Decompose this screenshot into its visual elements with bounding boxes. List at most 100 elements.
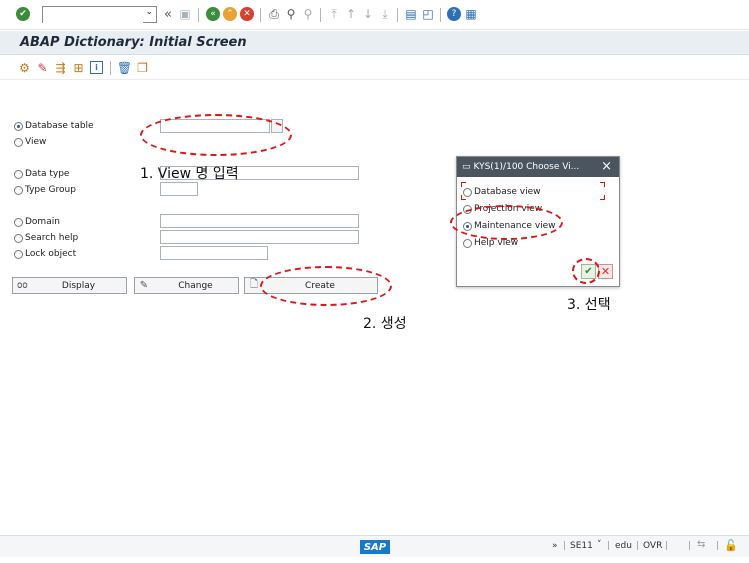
option-label: Database view: [474, 187, 541, 197]
radio-button[interactable]: [14, 249, 23, 259]
page-title: ABAP Dictionary: Initial Screen: [20, 35, 247, 50]
search-help-input[interactable]: [160, 230, 359, 244]
display-button-label: Display: [61, 280, 96, 291]
command-input[interactable]: [43, 12, 143, 26]
toolbar-separator: [397, 8, 398, 22]
info-icon[interactable]: i: [90, 61, 103, 74]
new-session-icon[interactable]: ▤: [404, 7, 418, 21]
annotation-oval-create: [260, 266, 392, 306]
chevron-down-icon[interactable]: ˅: [597, 540, 602, 550]
title-bar: ABAP Dictionary: Initial Screen: [0, 31, 749, 55]
command-field[interactable]: ⌄: [42, 6, 157, 26]
domain-input[interactable]: [160, 214, 359, 228]
annotation-oval-view-input: [140, 114, 292, 156]
last-page-icon[interactable]: ⤓: [378, 7, 392, 21]
radio-type-group[interactable]: Type Group: [14, 184, 76, 196]
radio-button[interactable]: [463, 238, 472, 248]
radio-data-type[interactable]: Data type: [14, 168, 69, 180]
view-label: View: [25, 137, 47, 147]
previous-page-icon[interactable]: ↑: [344, 7, 358, 21]
display-button[interactable]: ൦൦ Display: [12, 277, 127, 294]
status-separator: |: [636, 541, 640, 551]
cancel-x-icon[interactable]: ✕: [598, 264, 613, 279]
annotation-oval-confirm: [572, 258, 600, 284]
exit-icon[interactable]: ⌃: [223, 7, 237, 21]
shortcut-icon[interactable]: ◰: [421, 7, 435, 21]
lock-object-label: Lock object: [25, 249, 77, 259]
copy-icon[interactable]: ❐: [136, 61, 149, 75]
option-database-view[interactable]: Database view: [463, 186, 541, 198]
next-page-icon[interactable]: ↓: [361, 7, 375, 21]
annotation-oval-maintenance: [450, 205, 563, 240]
status-separator: |: [688, 541, 692, 551]
dialog-header: ▭ KYS(1)/100 Choose Vi... ×: [457, 157, 619, 177]
radio-button[interactable]: [14, 233, 23, 243]
radio-lock-object[interactable]: Lock object: [14, 248, 76, 260]
application-toolbar: ⚙ ✎ ⇶ ⊞ i 🗑 ❐: [0, 56, 749, 80]
radio-button[interactable]: [463, 187, 472, 197]
first-page-icon[interactable]: ⤒: [327, 7, 341, 21]
status-separator: |: [665, 541, 669, 551]
customize-layout-icon[interactable]: ▦: [464, 7, 478, 21]
close-icon[interactable]: ×: [601, 159, 612, 174]
status-separator: |: [716, 541, 720, 551]
radio-database-table[interactable]: Database table: [14, 120, 94, 132]
type-group-input[interactable]: [160, 182, 198, 196]
toolbar-separator: [440, 8, 441, 22]
hierarchy-icon[interactable]: ⊞: [72, 61, 85, 75]
layout-icon[interactable]: ⇆: [697, 539, 705, 550]
status-expand-icon[interactable]: »: [552, 541, 558, 551]
toolbar-separator: [260, 8, 261, 22]
change-button-label: Change: [178, 280, 213, 291]
radio-button[interactable]: [14, 137, 23, 147]
sap-logo: SAP: [360, 540, 390, 554]
radio-search-help[interactable]: Search help: [14, 232, 78, 244]
toolbar-separator: [110, 61, 111, 75]
transaction-code: SE11: [570, 541, 593, 551]
pencil-icon: ✎: [139, 280, 149, 291]
chevron-down-icon[interactable]: ⌄: [145, 7, 153, 17]
help-icon[interactable]: ?: [447, 7, 461, 21]
focus-bracket: [600, 195, 605, 200]
radio-button[interactable]: [14, 121, 23, 131]
status-separator: |: [563, 541, 567, 551]
find-next-icon[interactable]: ⚲: [301, 7, 315, 21]
toolbar-separator: [320, 8, 321, 22]
radio-button[interactable]: [14, 169, 23, 179]
collapse-command-icon[interactable]: «: [162, 6, 174, 22]
database-table-label: Database table: [25, 121, 94, 131]
radio-button[interactable]: [14, 185, 23, 195]
type-group-label: Type Group: [25, 185, 76, 195]
radio-view[interactable]: View: [14, 136, 46, 148]
status-separator: |: [607, 541, 611, 551]
cancel-icon[interactable]: ✕: [240, 7, 254, 21]
search-help-label: Search help: [25, 233, 79, 243]
change-button[interactable]: ✎ Change: [134, 277, 239, 294]
lock-object-input[interactable]: [160, 246, 268, 260]
back-icon[interactable]: «: [206, 7, 220, 21]
domain-label: Domain: [25, 217, 60, 227]
radio-button[interactable]: [14, 217, 23, 227]
radio-domain[interactable]: Domain: [14, 216, 60, 228]
focus-bracket: [600, 182, 605, 187]
annotation-step3: 3. 선택: [567, 297, 611, 313]
enter-icon[interactable]: ✔: [16, 7, 30, 21]
glasses-icon: ൦൦: [16, 280, 28, 291]
where-used-icon[interactable]: ⇶: [54, 61, 67, 75]
print-icon[interactable]: ⎙: [267, 7, 281, 21]
unlock-icon[interactable]: 🔓: [724, 539, 738, 552]
edit-pencil-icon[interactable]: ✎: [36, 61, 49, 75]
system-toolbar: ✔ ⌄ « ▣ « ⌃ ✕ ⎙ ⚲ ⚲ ⤒ ↑ ↓ ⤓ ▤ ◰ ? ▦: [0, 0, 749, 30]
delete-icon[interactable]: 🗑: [117, 61, 132, 75]
save-icon[interactable]: ▣: [178, 7, 192, 21]
client-name: edu: [615, 541, 632, 551]
status-bar: SAP » | SE11 ˅ | edu | OVR | | ⇆ | 🔓: [0, 535, 749, 557]
find-icon[interactable]: ⚲: [284, 7, 298, 21]
dialog-window-icon: ▭: [462, 162, 471, 172]
dialog-title: KYS(1)/100 Choose Vi...: [473, 162, 580, 172]
insert-mode[interactable]: OVR: [643, 541, 662, 551]
annotation-step2: 2. 생성: [363, 316, 407, 332]
other-object-icon[interactable]: ⚙: [18, 61, 31, 75]
data-type-label: Data type: [25, 169, 70, 179]
annotation-step1: 1. View 명 입력: [140, 166, 239, 182]
